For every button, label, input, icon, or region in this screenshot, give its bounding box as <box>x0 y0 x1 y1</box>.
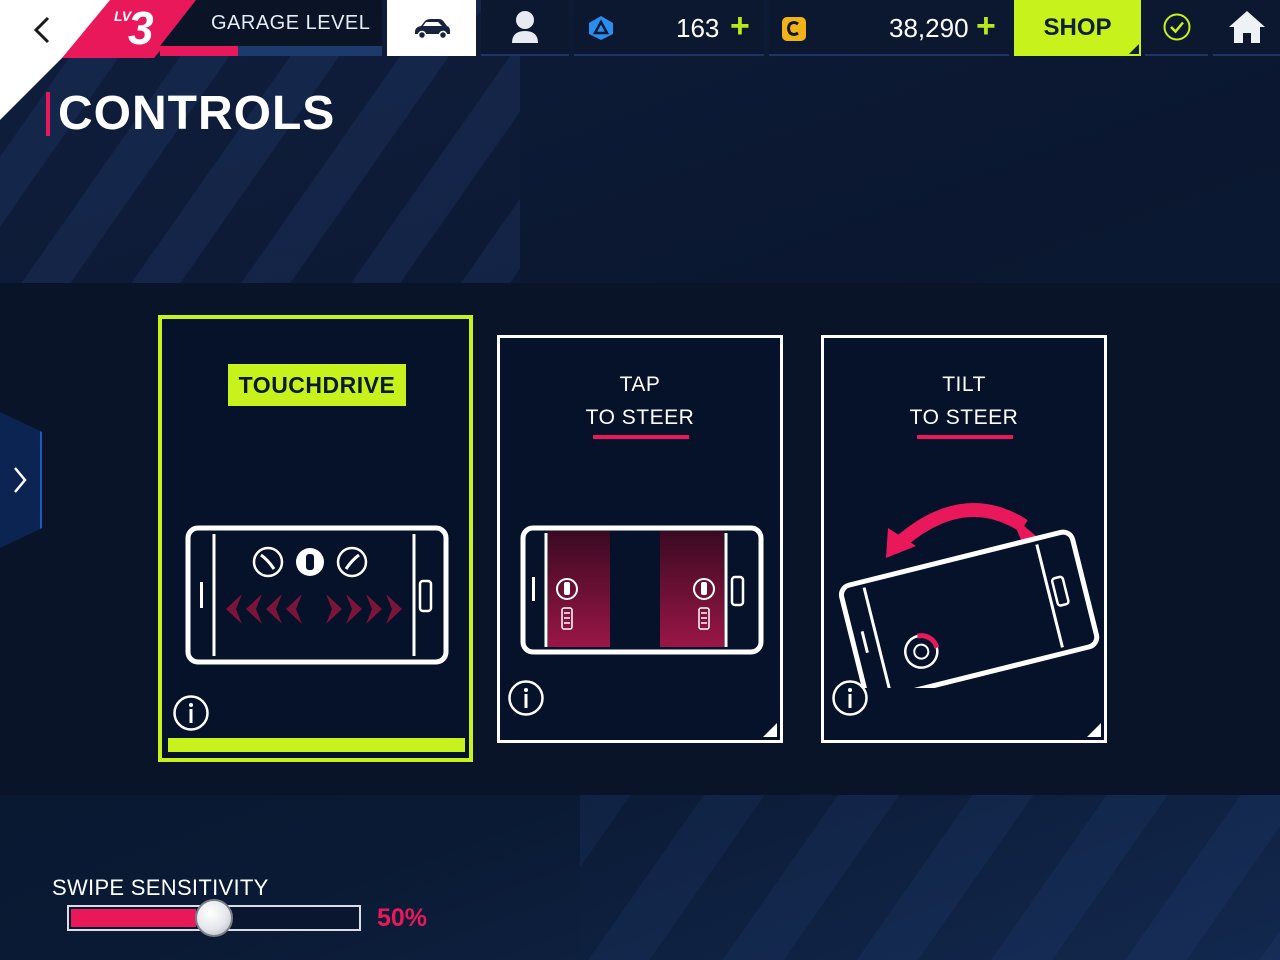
swipe-sensitivity-knob[interactable] <box>195 899 233 937</box>
background-stripes-bottom <box>580 780 1280 960</box>
blue-currency-box[interactable]: 163 + <box>574 0 764 56</box>
blue-currency-value: 163 <box>676 13 720 43</box>
top-bar: LV 3 GARAGE LEVEL 163 + 38,290 + SHOP <box>0 0 1280 120</box>
tap-title-line2: TO STEER <box>585 406 695 429</box>
profile-icon <box>512 11 538 43</box>
add-gold-currency-icon[interactable]: + <box>976 8 996 44</box>
touchdrive-label: TOUCHDRIVE <box>228 364 406 406</box>
tilt-card-corner-mark <box>1087 723 1101 737</box>
shop-label: SHOP <box>1043 14 1112 41</box>
check-icon <box>1163 13 1190 41</box>
tilt-to-steer-title: TILT TO STEER <box>824 368 1104 434</box>
car-button[interactable] <box>387 0 476 56</box>
title-accent-bar <box>46 92 50 136</box>
tap-phone-illustration <box>520 525 764 655</box>
garage-level-progress-fill <box>160 46 238 56</box>
tilt-to-steer-underline <box>917 435 1013 439</box>
tap-info-icon[interactable] <box>507 679 545 717</box>
shop-button[interactable]: SHOP <box>1014 0 1141 56</box>
tilt-title-line2: TO STEER <box>909 406 1019 429</box>
chevron-left-icon <box>33 16 50 44</box>
chevron-right-icon <box>14 467 27 493</box>
add-blue-currency-icon[interactable]: + <box>730 8 750 44</box>
shop-corner-mark <box>1129 44 1139 54</box>
swipe-sensitivity-value: 50% <box>377 904 428 932</box>
tilt-title-line1: TILT <box>942 373 986 396</box>
confirm-button[interactable] <box>1145 0 1208 56</box>
touchdrive-info-icon[interactable] <box>172 694 210 732</box>
tap-to-steer-card[interactable]: TAP TO STEER <box>497 335 783 743</box>
home-button[interactable] <box>1213 0 1280 56</box>
tap-title-line1: TAP <box>619 373 661 396</box>
car-icon <box>414 19 450 39</box>
garage-level-progress <box>160 46 382 56</box>
touchdrive-card[interactable]: TOUCHDRIVE <box>158 315 473 762</box>
garage-level-label: GARAGE LEVEL <box>211 12 371 34</box>
blue-token-icon <box>589 16 613 40</box>
tap-to-steer-title: TAP TO STEER <box>500 368 780 434</box>
tilt-to-steer-card[interactable]: TILT TO STEER <box>821 335 1107 743</box>
tilt-phone-illustration <box>838 503 1100 688</box>
page-title: CONTROLS <box>58 87 336 140</box>
next-page-button[interactable] <box>0 412 42 548</box>
back-button[interactable] <box>24 10 60 50</box>
swipe-sensitivity-fill <box>71 909 196 927</box>
swipe-sensitivity-label: SWIPE SENSITIVITY <box>52 875 269 900</box>
tap-to-steer-underline <box>593 435 689 439</box>
home-icon <box>1228 11 1265 43</box>
level-number: 3 <box>128 2 154 54</box>
tap-card-corner-mark <box>763 723 777 737</box>
gold-currency-box[interactable]: 38,290 + <box>769 0 1009 56</box>
tilt-info-icon[interactable] <box>831 679 869 717</box>
gold-coin-icon <box>782 17 806 41</box>
touchdrive-phone-illustration <box>185 525 449 665</box>
gold-currency-value: 38,290 <box>889 13 969 43</box>
selected-indicator <box>168 738 465 752</box>
profile-button[interactable] <box>481 0 569 56</box>
